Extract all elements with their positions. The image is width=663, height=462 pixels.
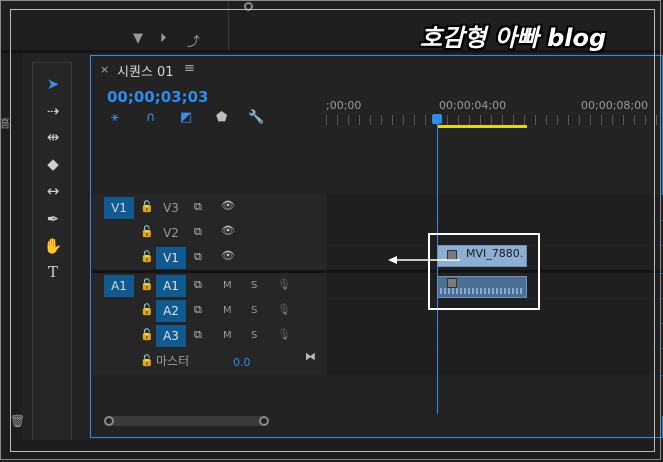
outer-frame: [0, 0, 661, 460]
